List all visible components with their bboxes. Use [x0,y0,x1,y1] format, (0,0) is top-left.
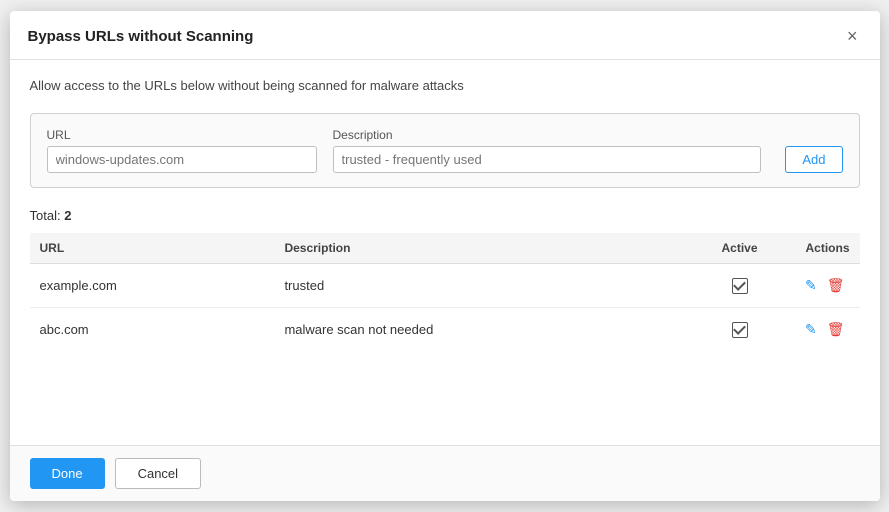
total-count: 2 [64,208,71,223]
edit-button[interactable]: ✎ [800,274,822,297]
table-row: example.comtrusted ✎🗑 [30,264,860,308]
total-row: Total: 2 [30,208,860,223]
total-label: Total: [30,208,61,223]
edit-button[interactable]: ✎ [800,318,822,341]
cancel-button[interactable]: Cancel [115,458,201,489]
active-checkbox[interactable] [732,322,748,338]
cell-actions: ✎🗑 [780,264,860,308]
dialog-title: Bypass URLs without Scanning [28,28,254,45]
description-label: Description [333,128,762,142]
dialog-body: Allow access to the URLs below without b… [10,60,880,445]
table-header: URL Description Active Actions [30,233,860,264]
url-input[interactable] [47,146,317,173]
cell-active [700,264,780,308]
table-body: example.comtrusted✎🗑abc.commalware scan … [30,264,860,352]
url-input-group: URL [47,128,317,173]
col-header-description: Description [274,233,699,264]
close-button[interactable]: × [843,25,862,47]
cell-active [700,308,780,352]
dialog-header: Bypass URLs without Scanning × [10,11,880,60]
description-input[interactable] [333,146,762,173]
bypass-urls-dialog: Bypass URLs without Scanning × Allow acc… [10,11,880,501]
description-input-group: Description [333,128,762,173]
col-header-url: URL [30,233,275,264]
add-button[interactable]: Add [785,146,842,173]
active-checkbox[interactable] [732,278,748,294]
done-button[interactable]: Done [30,458,105,489]
col-header-actions: Actions [780,233,860,264]
cell-url: abc.com [30,308,275,352]
delete-button[interactable]: 🗑 [822,274,850,297]
url-label: URL [47,128,317,142]
col-header-active: Active [700,233,780,264]
cell-actions: ✎🗑 [780,308,860,352]
cell-description: malware scan not needed [274,308,699,352]
table-row: abc.commalware scan not needed ✎🗑 [30,308,860,352]
cell-description: trusted [274,264,699,308]
url-table: URL Description Active Actions example.c… [30,233,860,351]
input-section: URL Description Add [30,113,860,188]
cell-url: example.com [30,264,275,308]
dialog-footer: Done Cancel [10,445,880,501]
description-text: Allow access to the URLs below without b… [30,78,860,93]
delete-button[interactable]: 🗑 [822,318,850,341]
